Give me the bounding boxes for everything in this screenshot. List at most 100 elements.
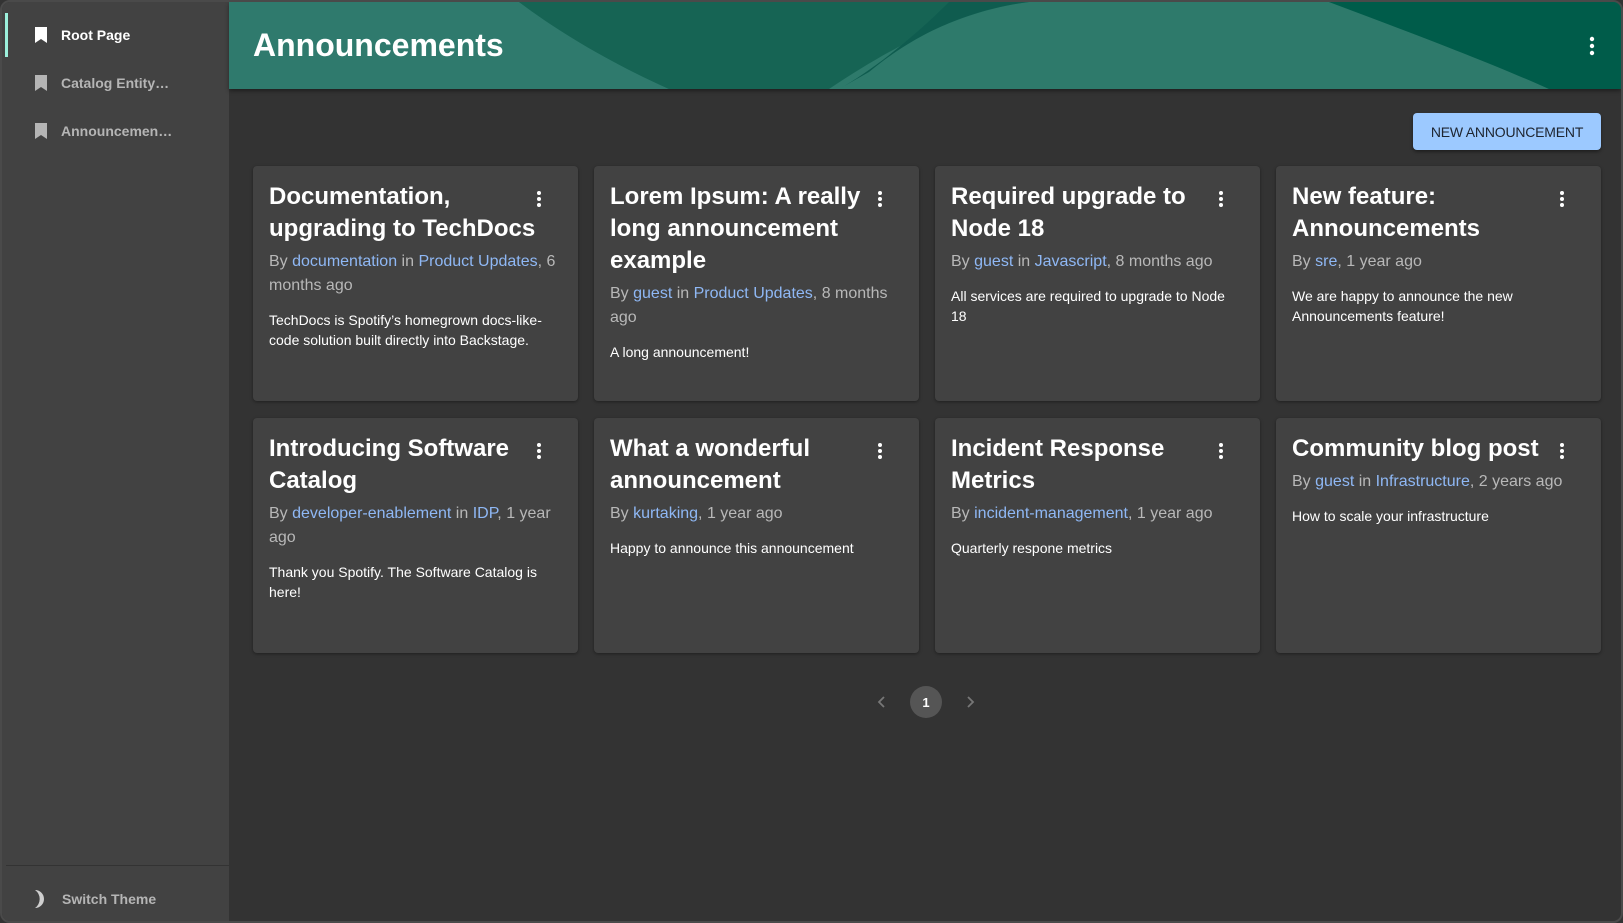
announcement-meta: By sre, 1 year ago bbox=[1292, 250, 1582, 274]
meta-by: By bbox=[269, 505, 293, 522]
meta-by: By bbox=[951, 253, 975, 270]
meta-time: , 1 year ago bbox=[698, 505, 783, 522]
announcement-meta: By incident-management, 1 year ago bbox=[951, 502, 1241, 526]
author-link[interactable]: kurtaking bbox=[633, 505, 698, 522]
author-link[interactable]: documentation bbox=[292, 253, 397, 270]
meta-in: in bbox=[1354, 473, 1376, 490]
chevron-right-icon bbox=[967, 696, 975, 708]
announcement-meta: By documentation in Product Updates, 6 m… bbox=[269, 250, 559, 298]
announcement-card[interactable]: Introducing Software Catalog By developer… bbox=[253, 418, 578, 653]
sidebar-item-label: Announcemen… bbox=[61, 123, 173, 139]
card-content: Community blog post By guest in Infrastru… bbox=[1292, 433, 1582, 526]
announcement-excerpt: Thank you Spotify. The Software Catalog … bbox=[269, 564, 537, 600]
card-content: Required upgrade to Node 18 By guest in J… bbox=[951, 181, 1241, 326]
sidebar-item-catalog-entity[interactable]: Catalog Entity… bbox=[2, 60, 229, 106]
meta-in: in bbox=[451, 505, 473, 522]
announcement-card[interactable]: What a wonderful announcement By kurtakin… bbox=[594, 418, 919, 653]
more-vertical-icon[interactable] bbox=[1218, 442, 1224, 460]
switch-theme-button[interactable]: Switch Theme bbox=[2, 876, 229, 921]
meta-by: By bbox=[269, 253, 293, 270]
announcement-meta: By guest in Infrastructure, 2 years ago bbox=[1292, 470, 1582, 494]
announcement-title[interactable]: Lorem Ipsum: A really long announcement … bbox=[610, 181, 880, 277]
app-window: Root Page Catalog Entity… Announcemen… S… bbox=[0, 0, 1623, 923]
previous-page-button[interactable] bbox=[872, 692, 892, 712]
announcement-card[interactable]: New feature: Announcements By sre, 1 year… bbox=[1276, 166, 1601, 401]
author-link[interactable]: developer-enablement bbox=[292, 505, 451, 522]
author-link[interactable]: guest bbox=[974, 253, 1013, 270]
meta-time: , 8 months ago bbox=[1106, 253, 1213, 270]
meta-by: By bbox=[610, 285, 634, 302]
more-vertical-icon[interactable] bbox=[1589, 36, 1595, 56]
page-button-current[interactable]: 1 bbox=[910, 686, 942, 718]
announcement-title[interactable]: Incident Response Metrics bbox=[951, 433, 1221, 497]
more-vertical-icon[interactable] bbox=[877, 442, 883, 460]
more-vertical-icon[interactable] bbox=[1559, 442, 1565, 460]
meta-time: , 1 year ago bbox=[1128, 505, 1213, 522]
announcement-excerpt: All services are required to upgrade to … bbox=[951, 288, 1225, 324]
announcement-excerpt: How to scale your infrastructure bbox=[1292, 508, 1489, 524]
meta-in: in bbox=[1013, 253, 1035, 270]
announcement-excerpt: Quarterly respone metrics bbox=[951, 540, 1113, 556]
announcement-meta: By kurtaking, 1 year ago bbox=[610, 502, 900, 526]
bookmark-icon bbox=[35, 75, 47, 91]
page-header: Announcements bbox=[229, 2, 1621, 89]
announcement-card[interactable]: Lorem Ipsum: A really long announcement … bbox=[594, 166, 919, 401]
author-link[interactable]: guest bbox=[1315, 473, 1354, 490]
card-content: What a wonderful announcement By kurtakin… bbox=[610, 433, 900, 558]
announcement-excerpt: TechDocs is Spotify’s homegrown docs-lik… bbox=[269, 312, 542, 348]
meta-by: By bbox=[1292, 253, 1316, 270]
announcement-title[interactable]: Introducing Software Catalog bbox=[269, 433, 539, 497]
announcement-card[interactable]: Documentation, upgrading to TechDocs By d… bbox=[253, 166, 578, 401]
more-vertical-icon[interactable] bbox=[1559, 190, 1565, 208]
pagination: 1 bbox=[872, 686, 980, 718]
moon-icon bbox=[35, 890, 44, 908]
next-page-button[interactable] bbox=[960, 692, 980, 712]
card-content: Documentation, upgrading to TechDocs By d… bbox=[269, 181, 559, 350]
meta-by: By bbox=[951, 505, 975, 522]
announcement-title[interactable]: Documentation, upgrading to TechDocs bbox=[269, 181, 539, 245]
meta-time: , 2 years ago bbox=[1469, 473, 1563, 490]
author-link[interactable]: sre bbox=[1315, 253, 1337, 270]
announcement-card[interactable]: Community blog post By guest in Infrastru… bbox=[1276, 418, 1601, 653]
author-link[interactable]: incident-management bbox=[974, 505, 1128, 522]
sidebar-item-announcements[interactable]: Announcemen… bbox=[2, 108, 229, 154]
announcement-card[interactable]: Incident Response Metrics By incident-man… bbox=[935, 418, 1260, 653]
sidebar-item-label: Root Page bbox=[61, 27, 131, 43]
announcement-excerpt: A long announcement! bbox=[610, 344, 750, 360]
more-vertical-icon[interactable] bbox=[536, 190, 542, 208]
meta-time: , 1 year ago bbox=[1337, 253, 1422, 270]
meta-in: in bbox=[397, 253, 419, 270]
category-link[interactable]: Infrastructure bbox=[1376, 473, 1470, 490]
card-content: New feature: Announcements By sre, 1 year… bbox=[1292, 181, 1582, 326]
announcement-excerpt: Happy to announce this announcement bbox=[610, 540, 854, 556]
page-title: Announcements bbox=[253, 27, 504, 63]
sidebar-item-root-page[interactable]: Root Page bbox=[2, 12, 229, 58]
meta-in: in bbox=[672, 285, 694, 302]
announcement-excerpt: We are happy to announce the new Announc… bbox=[1292, 288, 1513, 324]
more-vertical-icon[interactable] bbox=[536, 442, 542, 460]
announcement-title[interactable]: Required upgrade to Node 18 bbox=[951, 181, 1221, 245]
category-link[interactable]: Product Updates bbox=[418, 253, 537, 270]
more-vertical-icon[interactable] bbox=[1218, 190, 1224, 208]
meta-by: By bbox=[610, 505, 634, 522]
announcement-title[interactable]: Community blog post bbox=[1292, 433, 1562, 465]
card-content: Incident Response Metrics By incident-man… bbox=[951, 433, 1241, 558]
announcement-meta: By guest in Javascript, 8 months ago bbox=[951, 250, 1241, 274]
sidebar-item-label: Catalog Entity… bbox=[61, 75, 170, 91]
card-content: Lorem Ipsum: A really long announcement … bbox=[610, 181, 900, 362]
sidebar: Root Page Catalog Entity… Announcemen… S… bbox=[2, 2, 229, 921]
bookmark-icon bbox=[35, 123, 47, 139]
category-link[interactable]: IDP bbox=[473, 505, 498, 522]
announcement-card[interactable]: Required upgrade to Node 18 By guest in J… bbox=[935, 166, 1260, 401]
switch-theme-label: Switch Theme bbox=[62, 891, 157, 907]
author-link[interactable]: guest bbox=[633, 285, 672, 302]
sidebar-divider bbox=[6, 865, 229, 866]
category-link[interactable]: Javascript bbox=[1035, 253, 1107, 270]
announcement-title[interactable]: What a wonderful announcement bbox=[610, 433, 880, 497]
chevron-left-icon bbox=[877, 696, 885, 708]
new-announcement-button[interactable]: NEW ANNOUNCEMENT bbox=[1413, 113, 1601, 150]
more-vertical-icon[interactable] bbox=[877, 190, 883, 208]
announcement-title[interactable]: New feature: Announcements bbox=[1292, 181, 1562, 245]
card-content: Introducing Software Catalog By developer… bbox=[269, 433, 559, 602]
category-link[interactable]: Product Updates bbox=[694, 285, 813, 302]
